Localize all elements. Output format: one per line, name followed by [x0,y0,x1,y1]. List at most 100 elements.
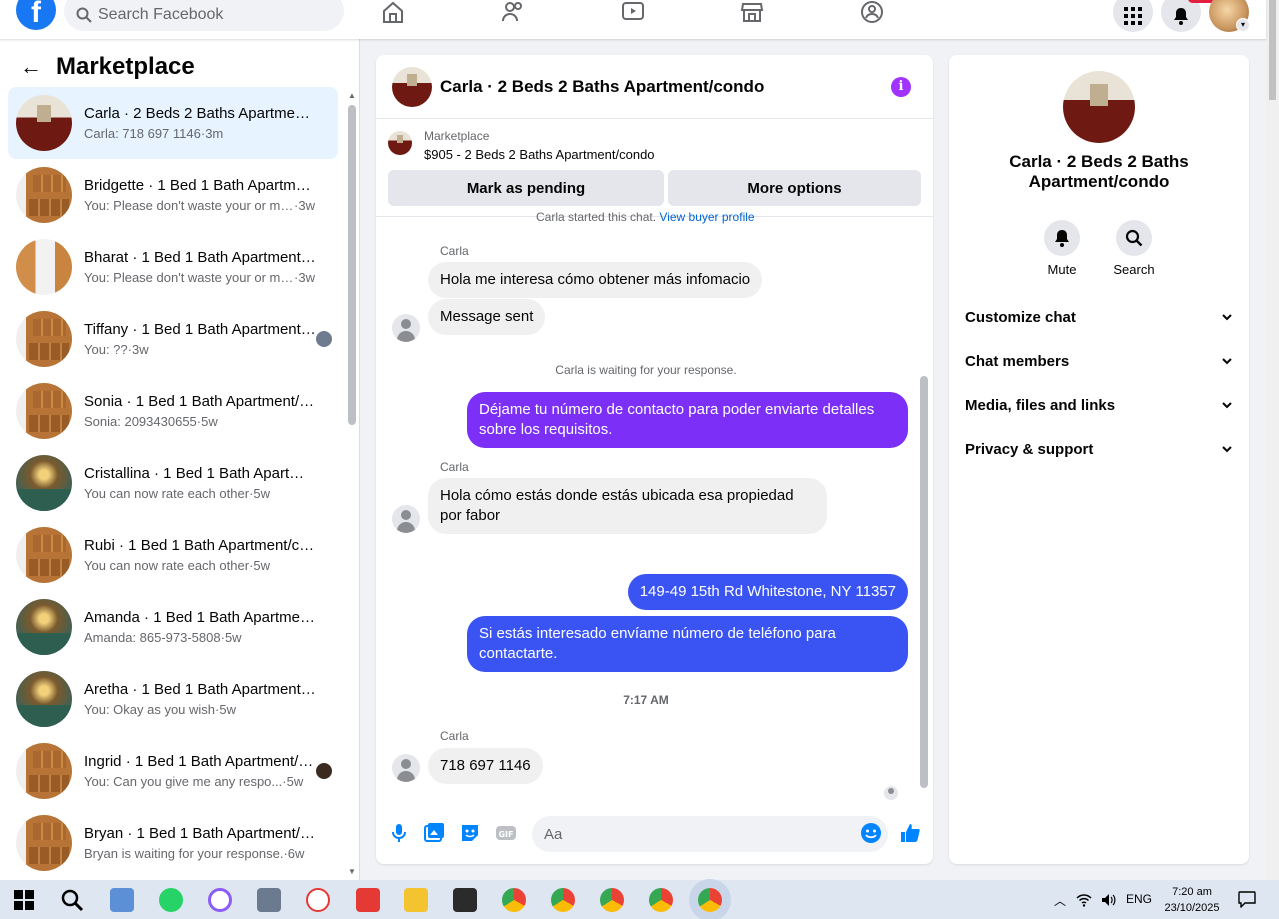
notification-center-icon[interactable] [1238,890,1256,908]
mute-action[interactable]: Mute [1032,220,1092,277]
window-scrollbar[interactable] [1266,0,1279,880]
customize-chat-row[interactable]: Customize chat [965,297,1233,337]
back-arrow-icon[interactable]: ← [20,56,42,78]
conversation-avatar[interactable] [1063,71,1135,143]
conversation-subtitle: You can now rate each other · 5w [84,486,316,501]
marketplace-icon[interactable] [740,0,764,24]
conversation-thumbnail [16,527,72,583]
conversation-item[interactable]: Tiffany · 1 Bed 1 Bath Apartment/condo Yo… [8,303,338,375]
conversation-time: 5w [253,486,270,501]
chrome-icon[interactable] [649,888,673,912]
media-files-links-row[interactable]: Media, files and links [965,385,1233,425]
sidebar-scrollbar[interactable]: ▲ ▼ [347,91,357,876]
conversation-item[interactable]: Rubi · 1 Bed 1 Bath Apartment/condo You c… [8,519,338,591]
account-chevron-icon[interactable]: ▾ [1236,18,1250,32]
conversation-title: Carla · 2 Beds 2 Baths Apartment/condo [84,105,316,122]
conversation-item[interactable]: Bridgette · 1 Bed 1 Bath Apartment/condo… [8,159,338,231]
conversation-item[interactable]: Bryan · 1 Bed 1 Bath Apartment/condo Brya… [8,807,338,879]
conversation-title: Cristallina · 1 Bed 1 Bath Apartment/con… [84,465,316,482]
anydesk-icon[interactable] [356,888,380,912]
chrome-icon[interactable] [551,888,575,912]
conversation-title: Tiffany · 1 Bed 1 Bath Apartment/condo [84,321,316,338]
marketplace-sidebar: ← Marketplace Carla · 2 Beds 2 Baths Apa… [0,39,360,880]
scrollbar-thumb[interactable] [348,105,356,425]
conversation-item[interactable]: Amanda · 1 Bed 1 Bath Apartment/condo Ama… [8,591,338,663]
friends-icon[interactable] [501,0,525,24]
watch-icon[interactable] [621,0,645,24]
conversation-title: Bryan · 1 Bed 1 Bath Apartment/condo [84,825,316,842]
outgoing-message: 149-49 15th Rd Whitestone, NY 11357 [627,574,908,610]
whatsapp-icon[interactable] [159,888,183,912]
show-hidden-icons-chevron[interactable]: ︿ [1054,892,1066,909]
chat-members-row[interactable]: Chat members [965,341,1233,381]
app-icon[interactable] [208,888,232,912]
conversation-item[interactable]: Carla · 2 Beds 2 Baths Apartment/condo Ca… [8,87,338,159]
conversation-thumbnail [16,167,72,223]
scrollbar-thumb[interactable] [1269,0,1276,100]
groups-icon[interactable] [860,0,884,24]
sticky-notes-icon[interactable] [453,888,477,912]
seen-avatar-icon [316,763,332,779]
windows-start-icon[interactable] [12,888,36,912]
chat-avatar[interactable] [392,66,432,107]
language-indicator[interactable]: ENG [1126,892,1152,906]
snipping-tool-icon[interactable] [306,888,330,912]
chat-scrollbar[interactable] [919,221,929,801]
listing-thumbnail[interactable] [388,131,412,155]
microphone-icon[interactable] [388,822,410,844]
conversation-item[interactable]: Aretha · 1 Bed 1 Bath Apartment/condo You… [8,663,338,735]
chat-panel: Carla · 2 Beds 2 Baths Apartment/condo i… [376,55,933,864]
mute-button[interactable] [1044,220,1080,256]
scrollbar-thumb[interactable] [920,376,928,788]
conversation-text: Sonia · 1 Bed 1 Bath Apartment/condo Soni… [84,393,316,429]
chrome-icon-active[interactable] [698,888,722,912]
file-explorer-icon[interactable] [404,888,428,912]
scroll-up-icon[interactable]: ▲ [348,91,356,100]
scroll-down-icon[interactable]: ▼ [348,867,356,876]
thumbs-up-icon[interactable] [899,822,921,844]
mark-as-pending-button[interactable]: Mark as pending [388,170,664,206]
conversation-thumbnail [16,311,72,367]
search-input[interactable] [98,6,318,24]
conversation-item[interactable]: Cristallina · 1 Bed 1 Bath Apartment/con… [8,447,338,519]
home-icon[interactable] [381,0,405,24]
more-options-button[interactable]: More options [668,170,921,206]
emoji-icon[interactable] [860,822,882,844]
bell-icon [1055,230,1069,247]
facebook-logo[interactable]: f [16,0,56,30]
conversation-preview: Bryan is waiting for your response. [84,846,284,861]
conversation-time: 5w [286,774,304,789]
incoming-message: Message sent [428,299,546,335]
chat-title[interactable]: Carla · 2 Beds 2 Baths Apartment/condo [440,77,764,97]
chat-details-panel: Carla · 2 Beds 2 Baths Apartment/condo M… [949,55,1249,864]
view-buyer-profile-link[interactable]: View buyer profile [659,210,754,224]
message-input[interactable] [532,816,888,852]
photo-icon[interactable] [423,822,445,844]
conversation-item[interactable]: Sonia · 1 Bed 1 Bath Apartment/condo Soni… [8,375,338,447]
calculator-icon[interactable] [257,888,281,912]
chrome-icon[interactable] [600,888,624,912]
wifi-icon[interactable] [1076,892,1092,908]
conversation-item[interactable]: Ingrid · 1 Bed 1 Bath Apartment/condo You… [8,735,338,807]
menu-grid-button[interactable] [1113,0,1153,32]
gif-icon[interactable]: GIF [495,822,517,844]
sticker-icon[interactable] [459,822,481,844]
search-action[interactable]: Search [1104,220,1164,277]
conversation-subtitle: Carla: 718 697 1146 · 3m [84,126,316,141]
conversation-time: 3m [205,126,224,141]
photo-viewer-app-icon[interactable] [110,888,134,912]
conversation-thumbnail [16,815,72,871]
privacy-support-row[interactable]: Privacy & support [965,429,1233,469]
conversation-item[interactable]: Bharat · 1 Bed 1 Bath Apartment/condo You… [8,231,338,303]
system-clock[interactable]: 7:20 am 23/10/2025 [1160,884,1224,916]
conversation-subtitle: Bryan is waiting for your response. · 6w [84,846,316,861]
listing-price[interactable]: $905 - 2 Beds 2 Baths Apartment/condo [424,147,655,162]
info-icon[interactable]: i [891,77,911,97]
notifications-button[interactable] [1161,0,1201,32]
chrome-icon[interactable] [502,888,526,912]
taskbar-search-icon[interactable] [60,888,84,912]
volume-icon[interactable] [1100,892,1116,908]
search-box[interactable] [64,0,344,31]
conversation-text: Aretha · 1 Bed 1 Bath Apartment/condo You… [84,681,316,717]
search-in-chat-button[interactable] [1116,220,1152,256]
